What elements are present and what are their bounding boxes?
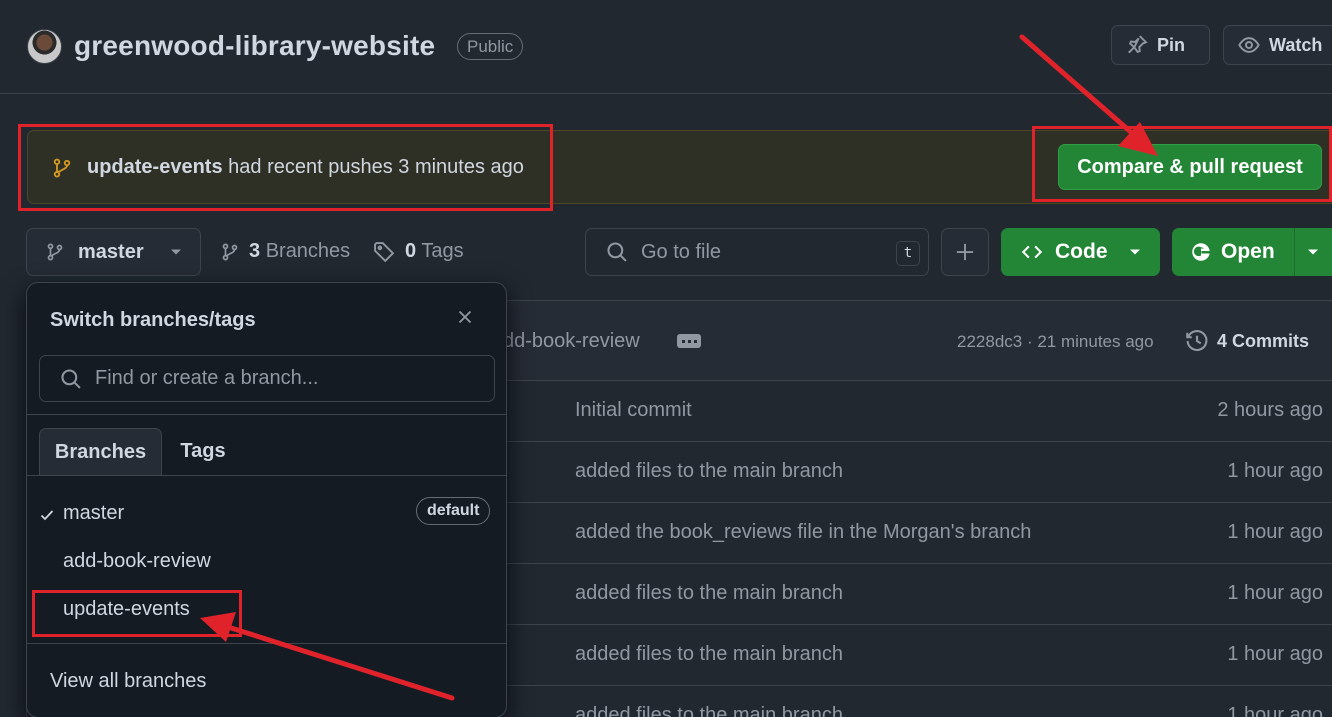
commit-time: 1 hour ago [1227, 460, 1323, 482]
branch-switcher-dropdown: Switch branches/tags Find or create a br… [26, 282, 507, 717]
history-icon [1185, 329, 1209, 353]
divider [27, 643, 506, 644]
tags-link[interactable]: 0 Tags [373, 240, 464, 263]
annotation-box-update-events [32, 590, 242, 637]
branch-search-input[interactable]: Find or create a branch... [39, 355, 495, 402]
pin-icon [1126, 34, 1148, 56]
annotation-box-compare [1032, 126, 1332, 202]
annotation-box-banner [18, 124, 553, 211]
branches-label: Branches [265, 240, 351, 262]
chevron-down-icon [1129, 248, 1141, 256]
commit-time: 2 hours ago [1217, 399, 1323, 421]
divider [27, 414, 506, 415]
branch-icon [46, 241, 64, 263]
commit-time: 1 hour ago [1227, 521, 1323, 543]
owner-avatar[interactable] [27, 29, 62, 64]
commit-time: 1 hour ago [1227, 643, 1323, 665]
branch-selector-button[interactable]: master [26, 228, 201, 276]
go-to-file-input[interactable]: Go to file t [585, 228, 929, 276]
pin-button[interactable]: Pin [1111, 25, 1210, 65]
divider [27, 475, 506, 476]
commit-hash-time[interactable]: 2228dc3 · 21 minutes ago [957, 332, 1154, 352]
check-icon [40, 509, 54, 521]
chevron-down-icon[interactable] [1307, 248, 1319, 256]
search-icon [60, 368, 82, 390]
latest-commit-message[interactable]: dd-book-review [503, 330, 640, 353]
commit-message[interactable]: added the book_reviews file in the Morga… [575, 521, 1031, 544]
branches-link[interactable]: 3 Branches [221, 240, 350, 263]
tags-count: 0 [405, 240, 417, 262]
commits-label: 4 Commits [1217, 330, 1310, 351]
chevron-down-icon [170, 248, 182, 256]
tab-tags[interactable]: Tags [162, 428, 244, 476]
branch-search-placeholder: Find or create a branch... [95, 367, 319, 389]
search-icon [606, 241, 628, 263]
view-all-branches-link[interactable]: View all branches [50, 670, 206, 693]
split-divider [1294, 228, 1295, 276]
add-file-button[interactable] [941, 228, 989, 276]
tag-icon [373, 241, 395, 263]
watch-label: Watch [1269, 34, 1323, 55]
commit-message[interactable]: added files to the main branch [575, 460, 843, 483]
repo-name[interactable]: greenwood-library-website [74, 30, 435, 62]
ellipsis-icon[interactable] [677, 334, 701, 348]
tab-branches[interactable]: Branches [39, 428, 162, 476]
branch-icon [221, 241, 239, 263]
pin-label: Pin [1157, 34, 1186, 55]
header-divider [0, 93, 1332, 94]
eye-icon [1238, 34, 1260, 56]
commit-message[interactable]: Initial commit [575, 399, 692, 422]
open-label: Open [1221, 240, 1275, 263]
commit-message[interactable]: added files to the main branch [575, 704, 843, 717]
close-icon[interactable] [457, 309, 473, 325]
commit-time: 1 hour ago [1227, 582, 1323, 604]
code-icon [1020, 242, 1044, 262]
open-app-icon [1191, 241, 1211, 263]
commit-message[interactable]: added files to the main branch [575, 643, 843, 666]
watch-button[interactable]: Watch [1223, 25, 1332, 65]
open-button[interactable]: Open [1172, 228, 1332, 276]
keyboard-shortcut-badge: t [896, 241, 920, 266]
commits-link[interactable]: 4 Commits [1185, 329, 1309, 353]
default-badge: default [416, 497, 491, 525]
branch-item-master[interactable]: master [63, 502, 124, 525]
code-label: Code [1055, 240, 1108, 263]
branch-item-add-book-review[interactable]: add-book-review [63, 550, 211, 573]
plus-icon [955, 242, 975, 262]
current-branch-label: master [78, 240, 144, 263]
branches-count: 3 [249, 240, 261, 262]
dropdown-title: Switch branches/tags [50, 309, 256, 331]
tags-label: Tags [421, 240, 464, 262]
visibility-badge: Public [457, 33, 524, 60]
code-button[interactable]: Code [1001, 228, 1160, 276]
go-to-file-placeholder: Go to file [641, 240, 722, 263]
commit-time: 1 hour ago [1227, 704, 1323, 717]
commit-message[interactable]: added files to the main branch [575, 582, 843, 605]
